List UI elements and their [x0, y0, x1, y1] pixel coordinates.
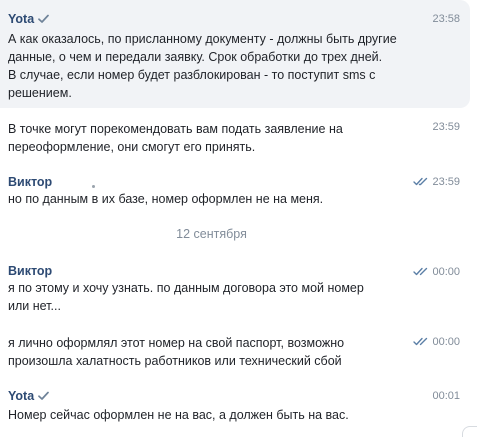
- message-yota-2[interactable]: 23:59 В точке могут порекомендовать вам …: [0, 112, 470, 162]
- sender-name[interactable]: Виктор: [8, 175, 52, 189]
- scroll-corner-indicator: [462, 426, 477, 437]
- chat-history: Yota 23:58 А как оказалось, по присланно…: [0, 0, 483, 439]
- read-check-icon: [413, 177, 428, 189]
- message-time[interactable]: 23:58: [432, 13, 460, 25]
- message-yota-1[interactable]: Yota 23:58 А как оказалось, по присланно…: [0, 0, 470, 108]
- message-time[interactable]: 23:59: [432, 121, 460, 133]
- time-label[interactable]: 00:00: [432, 266, 460, 278]
- sender-name[interactable]: Yota: [8, 12, 50, 27]
- message-text: я лично оформлял этот номер на свой пасп…: [8, 336, 345, 368]
- sender-label[interactable]: Yota: [8, 12, 34, 26]
- message-viktor-2[interactable]: Виктор 00:00 я по этому и хочу узнать. п…: [0, 257, 470, 319]
- message-text: Номер сейчас оформлен не на вас, а долже…: [8, 408, 349, 422]
- sender-label[interactable]: Yota: [8, 389, 34, 403]
- time-label[interactable]: 00:00: [432, 336, 460, 348]
- message-text: А как оказалось, по присланному документ…: [8, 32, 397, 100]
- message-text: но по данным в их базе, номер оформлен н…: [8, 192, 324, 206]
- message-viktor-3[interactable]: 00:00 я лично оформлял этот номер на сво…: [0, 328, 470, 374]
- redacted-mark: [92, 185, 95, 188]
- message-time[interactable]: 00:00: [413, 266, 460, 279]
- message-yota-3[interactable]: Yota 00:01 Номер сейчас оформлен не на в…: [0, 382, 470, 434]
- sender-name[interactable]: Виктор: [8, 264, 52, 278]
- message-time[interactable]: 00:00: [413, 336, 460, 349]
- sender-name[interactable]: Yota: [8, 389, 50, 404]
- message-time[interactable]: 23:59: [413, 176, 460, 189]
- message-time[interactable]: 00:01: [432, 390, 460, 402]
- verified-check-icon: [38, 13, 50, 27]
- message-viktor-1[interactable]: Виктор 23:59 но по данным в их базе, ном…: [0, 166, 470, 214]
- time-label[interactable]: 23:59: [432, 176, 460, 188]
- date-separator: 12 сентября: [176, 227, 247, 241]
- message-text: В точке могут порекомендовать вам подать…: [8, 122, 343, 154]
- read-check-icon: [413, 267, 428, 279]
- verified-check-icon: [38, 390, 50, 404]
- message-text: я по этому и хочу узнать. по данным дого…: [8, 281, 364, 313]
